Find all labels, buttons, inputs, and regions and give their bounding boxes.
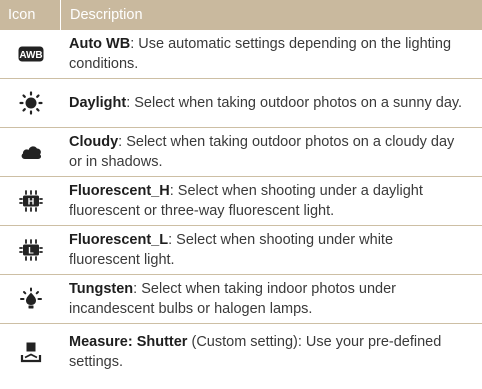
table-row: H Fluorescent_H: Select when shooting un… [0,177,482,226]
svg-text:L: L [28,246,34,256]
icon-column-header: Icon [8,7,36,23]
table-row: AWB Auto WB: Use automatic settings depe… [0,30,482,79]
row-text: Select when taking outdoor photos on a c… [69,134,455,170]
row-description: Auto WB: Use automatic settings dependin… [69,36,452,72]
row-term: Auto WB [69,36,131,52]
row-text: Select when taking outdoor photos on a s… [134,95,463,111]
cloudy-icon [21,146,41,159]
row-term: Daylight [69,95,127,111]
table-row: Tungsten: Select when taking indoor phot… [0,275,482,324]
row-description: Cloudy: Select when taking outdoor photo… [69,134,455,170]
row-description: Fluorescent_H: Select when shooting unde… [69,183,423,219]
row-description: Tungsten: Select when taking indoor phot… [69,281,396,317]
row-term: Tungsten [69,281,134,297]
table-row: Daylight: Select when taking outdoor pho… [0,79,482,128]
row-term: Measure: Shutter [69,334,188,350]
row-term: Cloudy [69,134,119,150]
fluorescent-h-icon: H [18,190,43,212]
white-balance-table: Icon Description AWB Auto WB: Use automa… [0,0,482,380]
table-header: Icon Description [0,0,482,30]
measure-shutter-icon [20,342,41,363]
daylight-icon [18,91,43,115]
table-row: L Fluorescent_L: Select when shooting un… [0,226,482,275]
svg-text:AWB: AWB [19,50,42,61]
description-column-header: Description [70,7,143,23]
table-row: Cloudy: Select when taking outdoor photo… [0,128,482,177]
fluorescent-l-icon: L [18,239,43,261]
auto-wb-icon: AWB [18,46,43,62]
row-description: Daylight: Select when taking outdoor pho… [69,95,463,111]
row-term: Fluorescent_H [69,183,170,199]
row-term: Fluorescent_L [69,232,169,248]
table-row: Measure: Shutter (Custom setting): Use y… [0,324,482,380]
row-description: Fluorescent_L: Select when shooting unde… [69,232,394,268]
row-description: Measure: Shutter (Custom setting): Use y… [61,332,482,372]
tungsten-icon [19,287,42,309]
svg-text:H: H [27,197,34,207]
